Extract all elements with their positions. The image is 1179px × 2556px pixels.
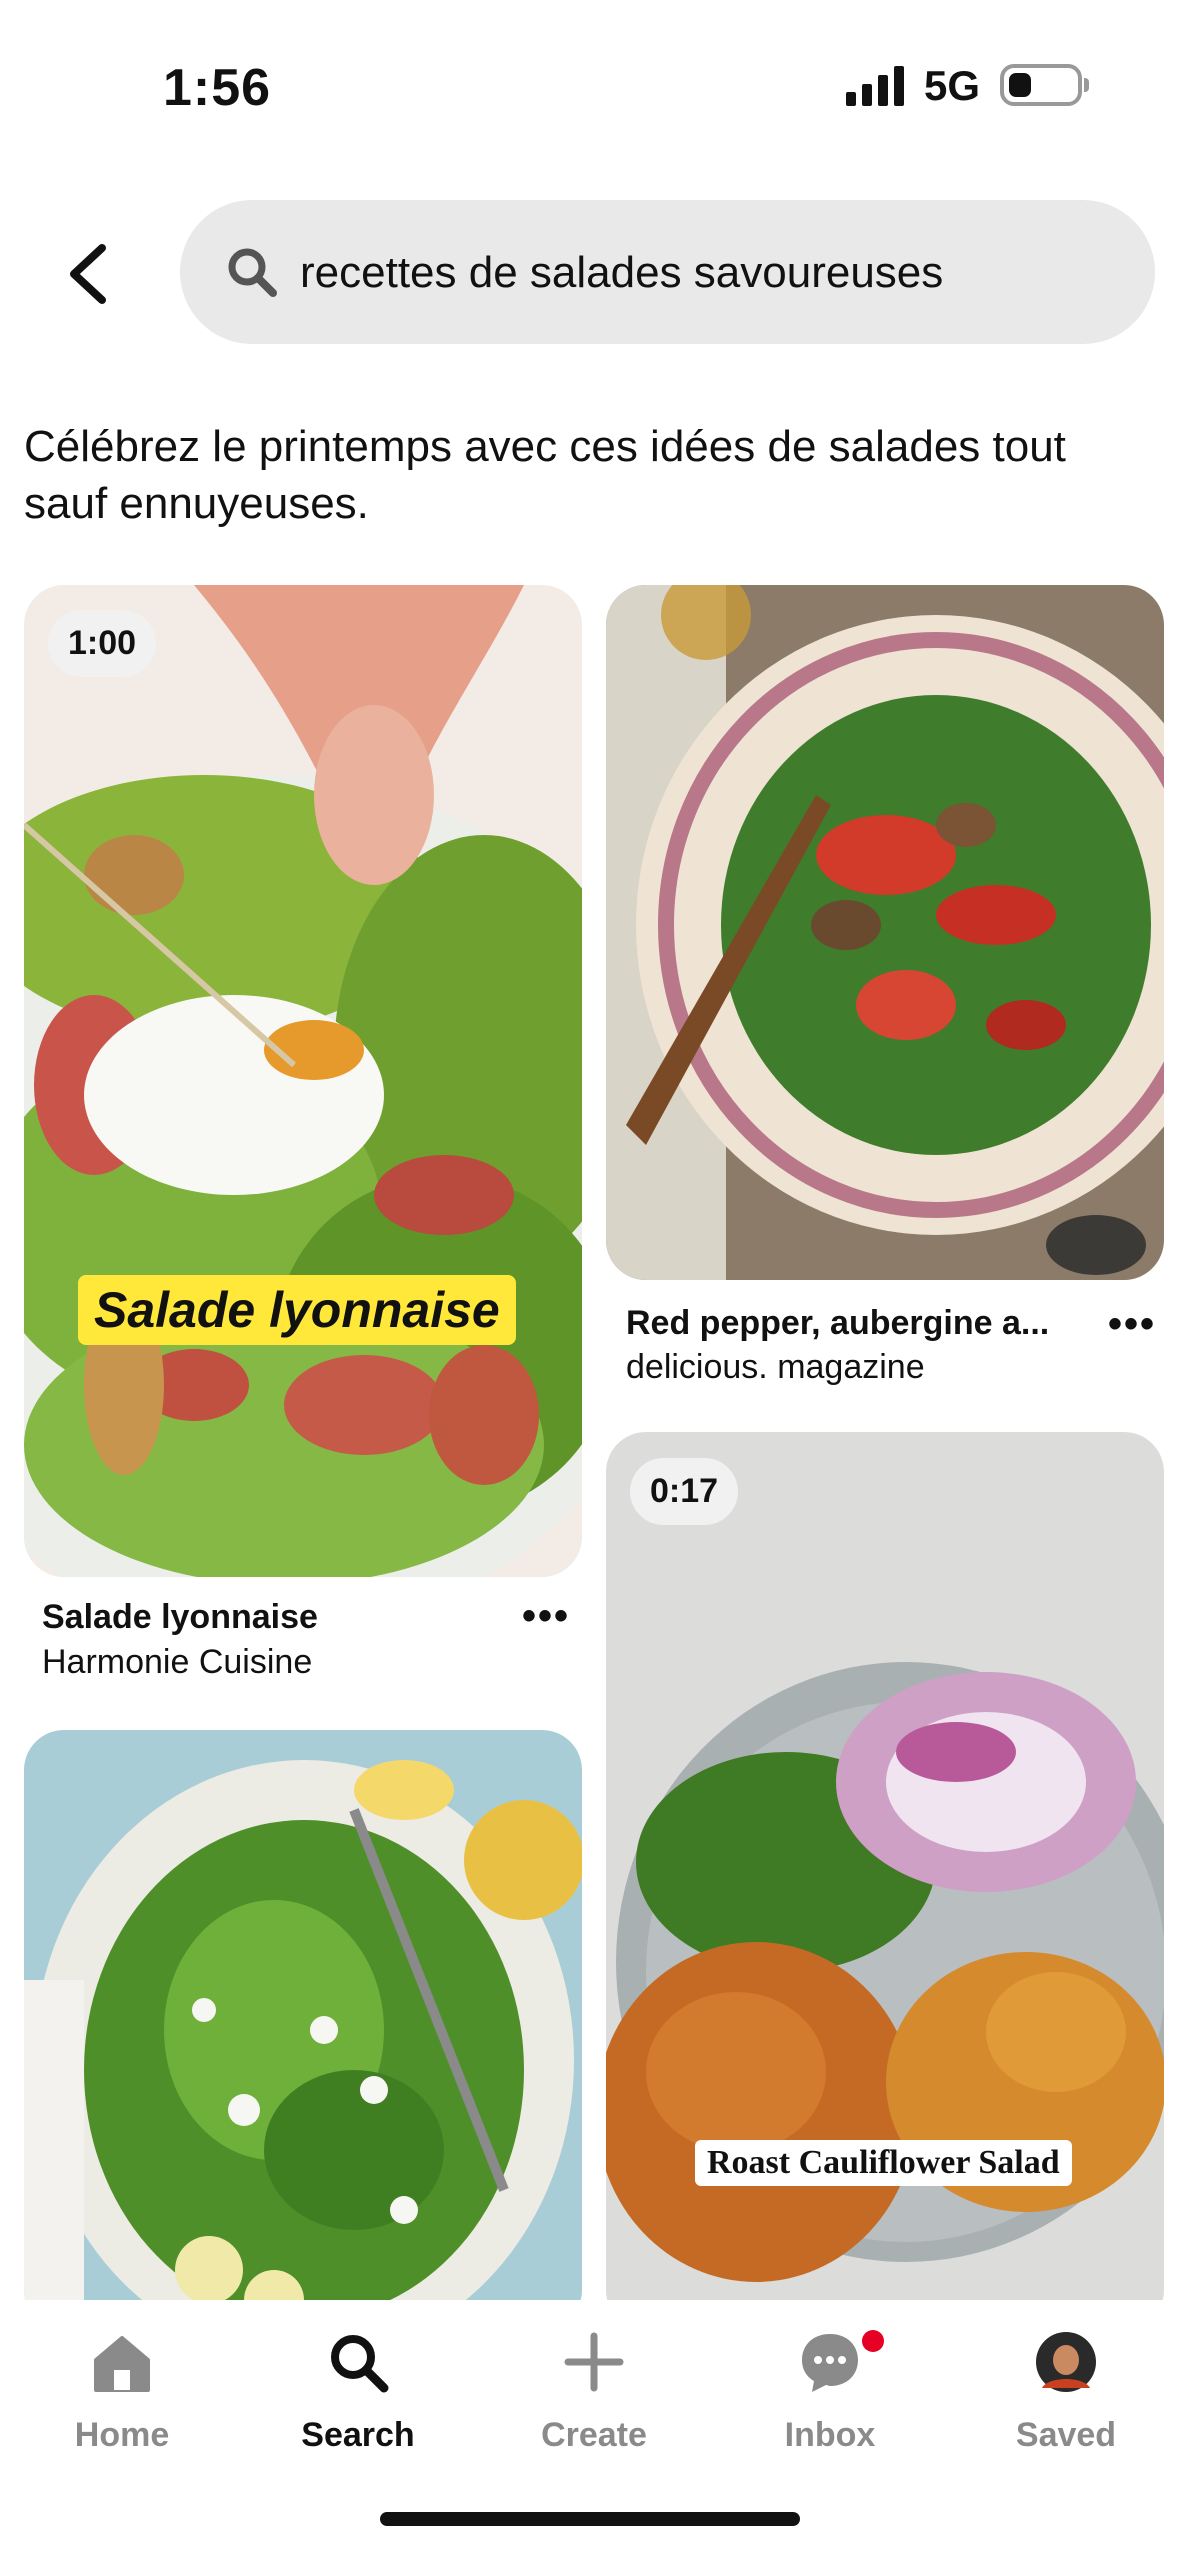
home-icon xyxy=(94,2336,150,2392)
search-query: recettes de salades savoureuses xyxy=(300,248,944,297)
more-options-button[interactable]: ••• xyxy=(522,1594,570,1639)
video-duration-badge: 1:00 xyxy=(48,610,157,677)
nav-create[interactable]: Create xyxy=(494,2330,694,2455)
nav-label: Inbox xyxy=(784,2416,876,2454)
status-time: 1:56 xyxy=(163,59,272,117)
battery-icon xyxy=(1000,64,1089,106)
chat-icon xyxy=(802,2334,858,2392)
pin-overlay-text: Roast Cauliflower Salad xyxy=(695,2140,1072,2186)
search-icon xyxy=(331,2335,389,2393)
nav-label: Home xyxy=(74,2416,170,2454)
network-type: 5G xyxy=(924,62,981,109)
pin-source[interactable]: Harmonie Cuisine xyxy=(42,1643,312,1682)
salad-photo xyxy=(606,1432,1164,2330)
plus-icon xyxy=(564,2332,624,2392)
nav-saved[interactable]: Saved xyxy=(966,2330,1166,2455)
pin-source[interactable]: delicious. magazine xyxy=(626,1348,925,1387)
video-duration-badge: 0:17 xyxy=(630,1458,739,1525)
more-options-button[interactable]: ••• xyxy=(1108,1302,1156,1347)
search-input[interactable]: recettes de salades savoureuses xyxy=(180,200,1155,344)
pin-image-roast-cauliflower[interactable] xyxy=(606,1432,1164,2330)
salad-photo xyxy=(24,585,582,1577)
pin-title[interactable]: Red pepper, aubergine a... xyxy=(626,1304,1049,1343)
pin-title[interactable]: Salade lyonnaise xyxy=(42,1598,318,1637)
nav-search[interactable]: Search xyxy=(258,2330,458,2455)
signal-icon xyxy=(846,66,904,106)
back-arrow-icon[interactable] xyxy=(58,242,118,306)
intro-text: Célébrez le printemps avec ces idées de … xyxy=(24,422,1066,528)
nav-label: Create xyxy=(541,2416,647,2454)
notification-badge xyxy=(862,2330,884,2352)
nav-inbox[interactable]: Inbox xyxy=(730,2330,930,2455)
salad-photo xyxy=(24,1730,582,2330)
home-indicator xyxy=(380,2512,800,2526)
pin-overlay-text: Salade lyonnaise xyxy=(78,1275,516,1345)
pin-image-asparagus-salad[interactable] xyxy=(24,1730,582,2330)
nav-label: Saved xyxy=(1015,2416,1117,2454)
pin-image-red-pepper-salad[interactable] xyxy=(606,585,1164,1280)
nav-label: Search xyxy=(301,2416,415,2454)
salad-photo xyxy=(606,585,1164,1280)
search-icon xyxy=(228,248,277,297)
pin-image-salade-lyonnaise[interactable] xyxy=(24,585,582,1577)
nav-home[interactable]: Home xyxy=(22,2330,222,2455)
avatar xyxy=(1036,2332,1096,2392)
